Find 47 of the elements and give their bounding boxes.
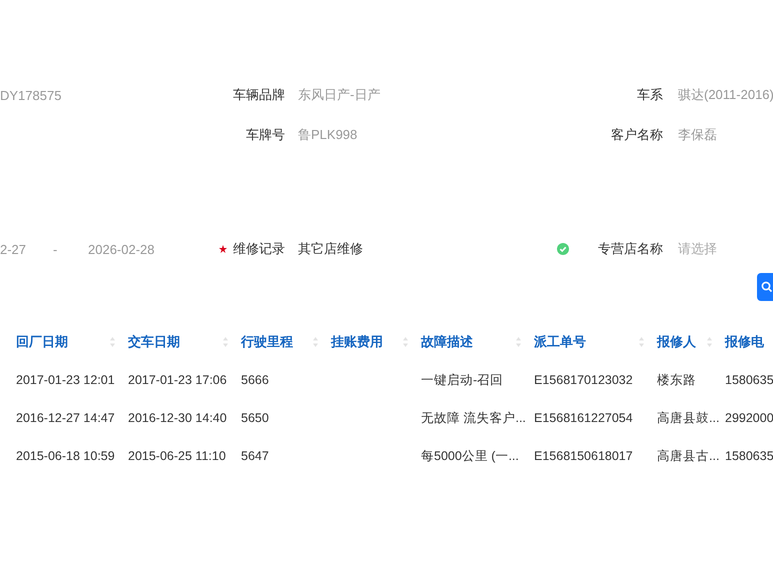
table-cell: 1580635 xyxy=(725,449,773,463)
table-cell: 5666 xyxy=(241,373,269,387)
sort-icon[interactable] xyxy=(706,336,713,348)
field-label: 车牌号 xyxy=(246,127,285,142)
column-header[interactable]: 交车日期 xyxy=(128,333,180,351)
table-cell: E1568150618017 xyxy=(534,449,633,463)
column-header[interactable]: 回厂日期 xyxy=(16,333,68,351)
table-cell: 5650 xyxy=(241,411,269,425)
field-label: 车辆品牌 xyxy=(233,87,285,102)
table-cell: 2992000 xyxy=(725,411,773,425)
table-cell: E1568161227054 xyxy=(534,411,633,425)
sort-icon[interactable] xyxy=(515,336,522,348)
table-cell: 无故障 流失客户... xyxy=(421,410,526,424)
table-cell: 1580635 xyxy=(725,373,773,387)
field-label: 车系 xyxy=(637,87,663,102)
field-value: 鲁PLK998 xyxy=(298,127,358,142)
column-header[interactable]: 派工单号 xyxy=(534,333,586,351)
table-cell: 2017-01-23 17:06 xyxy=(128,373,227,387)
field-value[interactable]: 其它店维修 xyxy=(298,241,363,256)
table-cell: 高唐县鼓... xyxy=(657,410,720,424)
field-label: 客户名称 xyxy=(611,127,663,142)
table-cell: E1568170123032 xyxy=(534,373,633,387)
table-cell: 5647 xyxy=(241,449,269,463)
table-cell: 2016-12-30 14:40 xyxy=(128,411,227,425)
table-cell: 2016-12-27 14:47 xyxy=(16,411,115,425)
column-header[interactable]: 报修人 xyxy=(657,333,696,351)
table-cell: 2017-01-23 12:01 xyxy=(16,373,115,387)
column-header[interactable]: 故障描述 xyxy=(421,333,473,351)
search-icon xyxy=(761,281,773,293)
field-label: 维修记录 xyxy=(233,240,285,258)
table-cell: 2015-06-18 10:59 xyxy=(16,449,115,463)
date-separator: - xyxy=(53,242,58,256)
table-cell: 一键启动-召回 xyxy=(421,372,504,386)
vehicle-code: DY178575 xyxy=(0,88,62,102)
sort-icon[interactable] xyxy=(109,336,116,348)
sort-icon[interactable] xyxy=(312,336,319,348)
column-header[interactable]: 挂账费用 xyxy=(331,333,383,351)
table-cell: 高唐县古... xyxy=(657,448,720,462)
sort-icon[interactable] xyxy=(638,336,645,348)
column-header[interactable]: 报修电 xyxy=(725,333,764,351)
sort-icon[interactable] xyxy=(222,336,229,348)
sort-icon[interactable] xyxy=(402,336,409,348)
table-cell: 每5000公里 (一... xyxy=(421,448,519,462)
column-header[interactable]: 行驶里程 xyxy=(241,333,293,351)
table-cell: 楼东路 xyxy=(657,372,696,386)
field-label: 专营店名称 xyxy=(598,240,663,258)
table-cell: 2015-06-25 11:10 xyxy=(128,449,226,463)
